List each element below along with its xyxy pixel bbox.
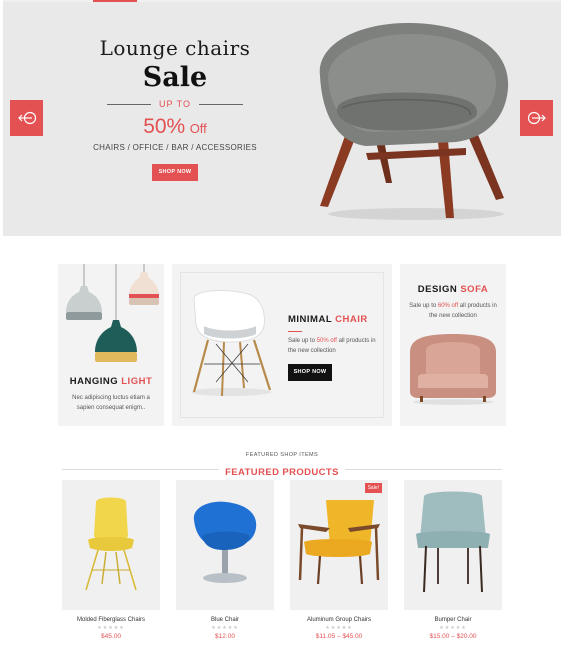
promo-design-desc-pct: 60% off <box>437 303 459 309</box>
arrow-right-icon <box>527 111 546 125</box>
product-price: $15.00 – $20.00 <box>429 633 477 640</box>
product-price: $11.05 – $45.00 <box>315 633 363 640</box>
promo-hanging-title: HANGING LIGHT <box>58 376 164 387</box>
promo-minimal-title: MINIMAL CHAIR <box>288 314 386 325</box>
hero-slider: Lounge chairs Sale UP TO 50% Off CHAIRS … <box>3 0 561 236</box>
hero-discount: 50% Off <box>65 115 285 139</box>
promo-minimal-title-main: MINIMAL <box>288 314 332 325</box>
armchair-image <box>298 500 380 585</box>
slider-next-button[interactable] <box>520 100 553 136</box>
product-image[interactable] <box>404 480 502 610</box>
promo-hanging-desc-line1: Nec adipiscing luctus etiam a <box>72 395 150 401</box>
hero-caption: Lounge chairs Sale UP TO 50% Off CHAIRS … <box>65 36 285 181</box>
promo-minimal-desc-post: all products in <box>338 338 376 344</box>
divider <box>106 103 151 105</box>
hero-categories: CHAIRS / OFFICE / BAR / ACCESSORIES <box>93 143 257 152</box>
promo-design-desc: Sale up to 60% off all products in the n… <box>400 301 506 321</box>
yellow-chair-image <box>85 497 137 591</box>
divider <box>199 103 243 105</box>
promo-design-title: DESIGN SOFA <box>400 284 506 295</box>
promo-design-desc-pre: Sale up to <box>409 303 437 309</box>
promo-hanging-desc: Nec adipiscing luctus etiam a sapien con… <box>58 393 164 413</box>
product-name[interactable]: Aluminum Group Chairs <box>290 617 388 623</box>
minimal-chair-image <box>191 290 272 397</box>
pendant-lights-image <box>66 264 159 362</box>
hero-progress <box>3 0 561 2</box>
product-name[interactable]: Molded Fiberglass Chairs <box>62 617 160 623</box>
product-image[interactable] <box>62 480 160 610</box>
featured-subtitle: FEATURED SHOP ITEMS <box>245 452 319 458</box>
product-price: $12.00 <box>215 633 235 640</box>
product-card[interactable]: Sale! Aluminum Group Chairs ★★★★★ $11.05… <box>290 480 388 640</box>
lounge-chair-image <box>319 22 509 220</box>
product-rating: ★★★★★ <box>439 625 467 631</box>
hero-upto: UP TO <box>158 99 191 109</box>
product-rating: ★★★★★ <box>325 625 353 631</box>
hero-sale-heading: Sale <box>142 62 208 93</box>
promo-design-sofa[interactable]: DESIGN SOFA Sale up to 60% off all produ… <box>400 264 506 426</box>
featured-header: FEATURED SHOP ITEMS FEATURED PRODUCTS <box>62 452 502 478</box>
promo-hanging-title-accent: LIGHT <box>121 376 153 387</box>
promo-design-title-accent: SOFA <box>460 284 489 295</box>
promo-minimal-title-accent: CHAIR <box>335 314 368 325</box>
hero-upto-row: UP TO <box>65 99 285 109</box>
bumper-chair-image <box>416 491 490 593</box>
product-card[interactable]: Bumper Chair ★★★★★ $15.00 – $20.00 <box>404 480 502 640</box>
hero-discount-off: Off <box>189 121 207 136</box>
product-name[interactable]: Bumper Chair <box>404 617 502 623</box>
sofa-image <box>410 334 496 405</box>
sale-badge: Sale! <box>364 483 382 493</box>
hero-title: Lounge chairs <box>99 36 251 60</box>
product-rating: ★★★★★ <box>211 625 239 631</box>
promo-minimal-desc-pct: 50% off <box>316 338 337 344</box>
hero-shop-now-button[interactable]: SHOP NOW <box>152 164 198 181</box>
product-image[interactable] <box>176 480 274 610</box>
promo-minimal-desc-line2: the new collection <box>288 348 336 354</box>
featured-title: FEATURED PRODUCTS <box>219 467 345 478</box>
promo-hanging-light[interactable]: HANGING LIGHT Nec adipiscing luctus etia… <box>58 264 164 426</box>
product-rating: ★★★★★ <box>97 625 125 631</box>
promo-design-title-main: DESIGN <box>417 284 458 295</box>
promo-hanging-title-main: HANGING <box>69 376 119 387</box>
promo-design-desc-post: all products in <box>459 303 497 309</box>
blue-chair-image <box>193 501 257 583</box>
slider-prev-button[interactable] <box>10 100 43 136</box>
promo-hanging-desc-line2: sapien consequat enigm.. <box>76 405 146 411</box>
promo-minimal-chair[interactable]: MINIMAL CHAIR Sale up to 50% off all pro… <box>172 264 392 426</box>
arrow-left-icon <box>17 111 36 125</box>
promo-design-desc-line2: the new collection <box>429 313 477 319</box>
featured-title-row: FEATURED PRODUCTS <box>62 462 502 478</box>
promo-minimal-shop-now-button[interactable]: SHOP NOW <box>288 364 332 381</box>
product-price: $45.00 <box>101 633 121 640</box>
promo-minimal-desc: Sale up to 50% off all products in the n… <box>288 336 386 356</box>
product-card[interactable]: Blue Chair ★★★★★ $12.00 <box>176 480 274 640</box>
divider <box>288 331 302 332</box>
promo-minimal-desc-pre: Sale up to <box>288 338 316 344</box>
product-card[interactable]: Molded Fiberglass Chairs ★★★★★ $45.00 <box>62 480 160 640</box>
hero-discount-percent: 50% <box>143 115 186 138</box>
product-name[interactable]: Blue Chair <box>176 617 274 623</box>
product-image[interactable]: Sale! <box>290 480 388 610</box>
